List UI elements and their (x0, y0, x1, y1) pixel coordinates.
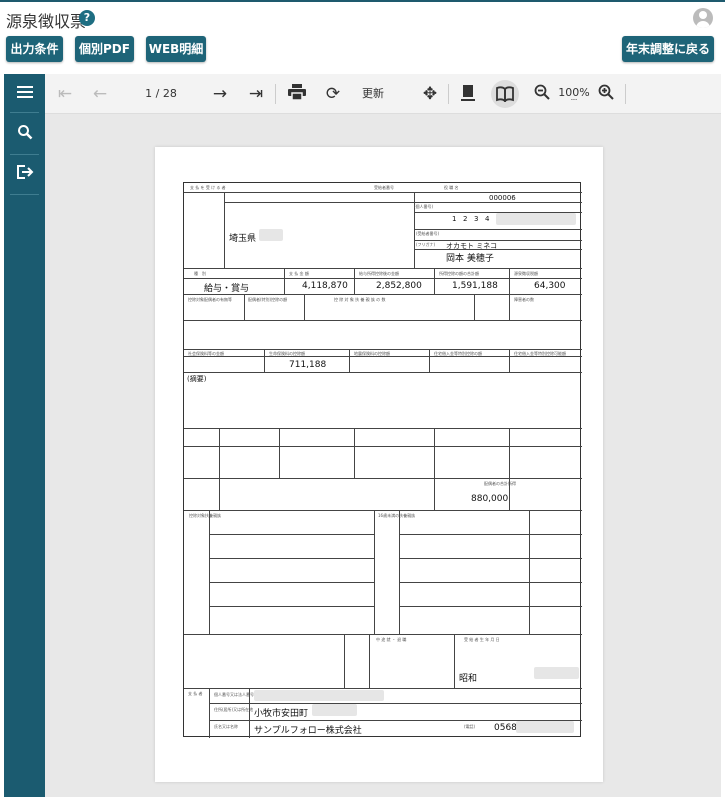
spouse-income-amount: 880,000 (471, 494, 509, 504)
remarks-label: (摘要) (187, 375, 207, 383)
export-icon[interactable] (14, 164, 36, 186)
report-viewer: ⇤ ← 1 / 28 → ⇥ ⟳ 更新 ✥ 100% --- 支 払 を 受 け… (45, 74, 721, 797)
redacted-block (254, 690, 384, 701)
pan-icon[interactable]: ✥ (419, 84, 441, 104)
refresh-icon[interactable]: ⟳ (323, 84, 343, 104)
search-icon[interactable] (14, 124, 36, 146)
zoom-out-icon[interactable] (531, 84, 553, 104)
help-icon[interactable]: ? (79, 10, 95, 26)
redacted-block (259, 229, 283, 241)
report-page: 支 払 を 受 け る 者 受給者番号 役 職 名 (個人番号) (受給者番号)… (155, 147, 603, 782)
output-conditions-button[interactable]: 出力条件 (6, 36, 63, 62)
refresh-label[interactable]: 更新 (355, 84, 391, 104)
personal-no-digit: 2 (463, 215, 468, 223)
payer-name: サンプルフォロー株式会社 (254, 726, 362, 736)
personal-no-digit: 4 (485, 215, 490, 223)
recipient-name-kana: オカモト ミネコ (446, 242, 498, 250)
viewer-toolbar: ⇤ ← 1 / 28 → ⇥ ⟳ 更新 ✥ 100% --- (45, 74, 721, 114)
prev-page-icon[interactable]: ← (90, 84, 110, 104)
single-page-icon[interactable] (458, 84, 478, 104)
payment-amount: 4,118,870 (302, 281, 348, 291)
withholding-slip-form: 支 払 を 受 け る 者 受給者番号 役 職 名 (個人番号) (受給者番号)… (183, 182, 582, 738)
first-page-icon[interactable]: ⇤ (55, 84, 75, 104)
print-icon[interactable] (287, 84, 307, 104)
viewer-sidebar (4, 74, 45, 797)
personal-no-digit: 3 (474, 215, 479, 223)
payer-phone: 0568 (494, 723, 517, 733)
next-page-icon[interactable]: → (210, 84, 230, 104)
page-title: 源泉徴収票 (6, 12, 87, 31)
page-indicator[interactable]: 1 / 28 (135, 84, 187, 104)
recipient-name: 岡本 美穂子 (446, 254, 494, 264)
income-category: 給与・賞与 (204, 284, 250, 294)
header: 源泉徴収票 ? (0, 4, 725, 34)
web-statement-button[interactable]: WEB明細 (146, 36, 206, 62)
app-root: 源泉徴収票 ? 出力条件 個別PDF WEB明細 年末調整に戻る ⇤ ← 1 /… (0, 0, 725, 797)
personal-no-digit: 1 (452, 215, 457, 223)
avatar-icon[interactable] (693, 8, 713, 28)
zoom-sub: --- (570, 96, 578, 103)
zoom-in-icon[interactable] (595, 84, 617, 104)
total-deduction-amount: 1,591,188 (452, 281, 498, 291)
birth-era: 昭和 (459, 674, 478, 684)
payer-address: 小牧市安田町 (254, 709, 309, 719)
recipient-address: 埼玉県 (229, 234, 257, 244)
redacted-block (534, 667, 579, 679)
social-insurance-amount: 711,188 (289, 360, 327, 370)
redacted-block (516, 721, 574, 733)
withholding-tax-amount: 64,300 (534, 281, 566, 291)
individual-pdf-button[interactable]: 個別PDF (75, 36, 134, 62)
last-page-icon[interactable]: ⇥ (245, 84, 267, 104)
recipient-number: 000006 (489, 194, 516, 202)
redacted-block (312, 704, 357, 716)
redacted-block (496, 213, 576, 225)
menu-icon[interactable] (14, 84, 36, 106)
back-to-year-end-button[interactable]: 年末調整に戻る (622, 36, 714, 62)
book-view-icon[interactable] (491, 80, 519, 108)
after-deduction-amount: 2,852,800 (376, 281, 422, 291)
